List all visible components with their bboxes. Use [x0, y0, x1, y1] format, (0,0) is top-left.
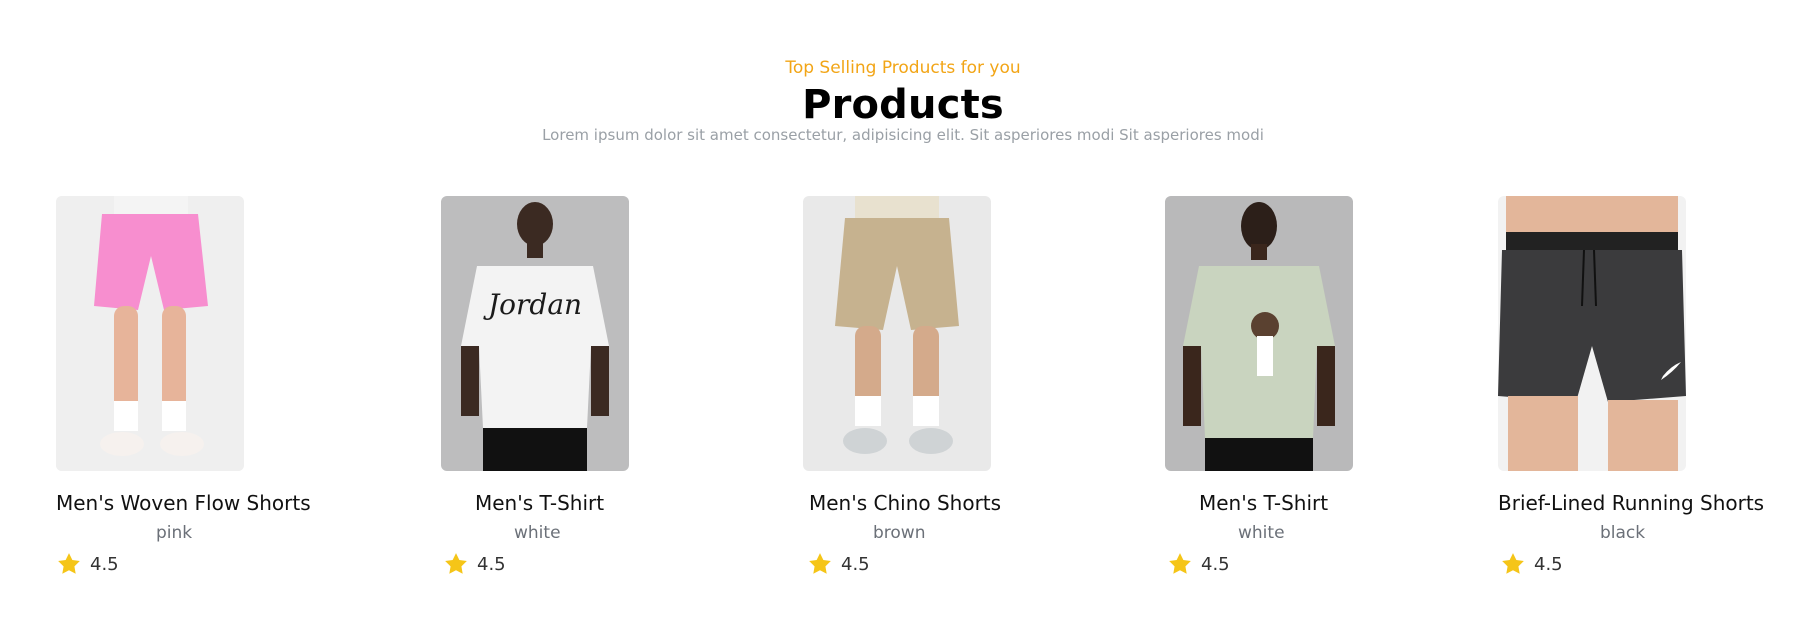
star-icon — [809, 553, 831, 574]
products-section: Top Selling Products for you Products Lo… — [0, 0, 1806, 619]
product-name[interactable]: Brief-Lined Running Shorts — [1498, 491, 1788, 515]
product-rating: 4.5 — [56, 551, 346, 577]
product-name[interactable]: Men's T-Shirt — [1165, 491, 1455, 515]
rating-value: 4.5 — [1534, 553, 1563, 575]
product-rating: 4.5 — [1498, 551, 1788, 577]
product-color: white — [514, 523, 561, 543]
section-title: Products — [802, 82, 1004, 128]
product-color: white — [1238, 523, 1285, 543]
product-name[interactable]: Men's Chino Shorts — [803, 491, 1093, 515]
product-name[interactable]: Men's Woven Flow Shorts — [56, 491, 346, 515]
rating-value: 4.5 — [1201, 553, 1230, 575]
product-image[interactable] — [1165, 196, 1353, 471]
section-description: Lorem ipsum dolor sit amet consectetur, … — [542, 126, 1264, 144]
product-name[interactable]: Men's T-Shirt — [441, 491, 731, 515]
product-card[interactable]: Men's T-Shirt white 4.5 — [1165, 196, 1455, 577]
rating-value: 4.5 — [477, 553, 506, 575]
product-rating: 4.5 — [803, 551, 1093, 577]
rating-value: 4.5 — [90, 553, 119, 575]
product-image[interactable] — [803, 196, 991, 471]
product-rating: 4.5 — [441, 551, 731, 577]
rating-value: 4.5 — [841, 553, 870, 575]
product-color: black — [1600, 523, 1646, 543]
star-icon — [58, 553, 80, 574]
product-card[interactable]: Men's Chino Shorts brown 4.5 — [803, 196, 1093, 577]
star-icon — [445, 553, 467, 574]
svg-text:Jordan: Jordan — [483, 288, 582, 321]
star-icon — [1502, 553, 1524, 574]
product-rating: 4.5 — [1165, 551, 1455, 577]
product-image[interactable] — [1498, 196, 1686, 471]
product-image[interactable] — [56, 196, 244, 471]
star-icon — [1169, 553, 1191, 574]
product-card[interactable]: Men's Woven Flow Shorts pink 4.5 — [56, 196, 346, 577]
section-eyebrow: Top Selling Products for you — [785, 58, 1021, 78]
product-color: brown — [873, 523, 926, 543]
product-color: pink — [156, 523, 193, 543]
product-card[interactable]: Jordan Men's T-Shirt white 4.5 — [441, 196, 731, 577]
product-card[interactable]: Brief-Lined Running Shorts black 4.5 — [1498, 196, 1788, 577]
product-image[interactable]: Jordan — [441, 196, 629, 471]
